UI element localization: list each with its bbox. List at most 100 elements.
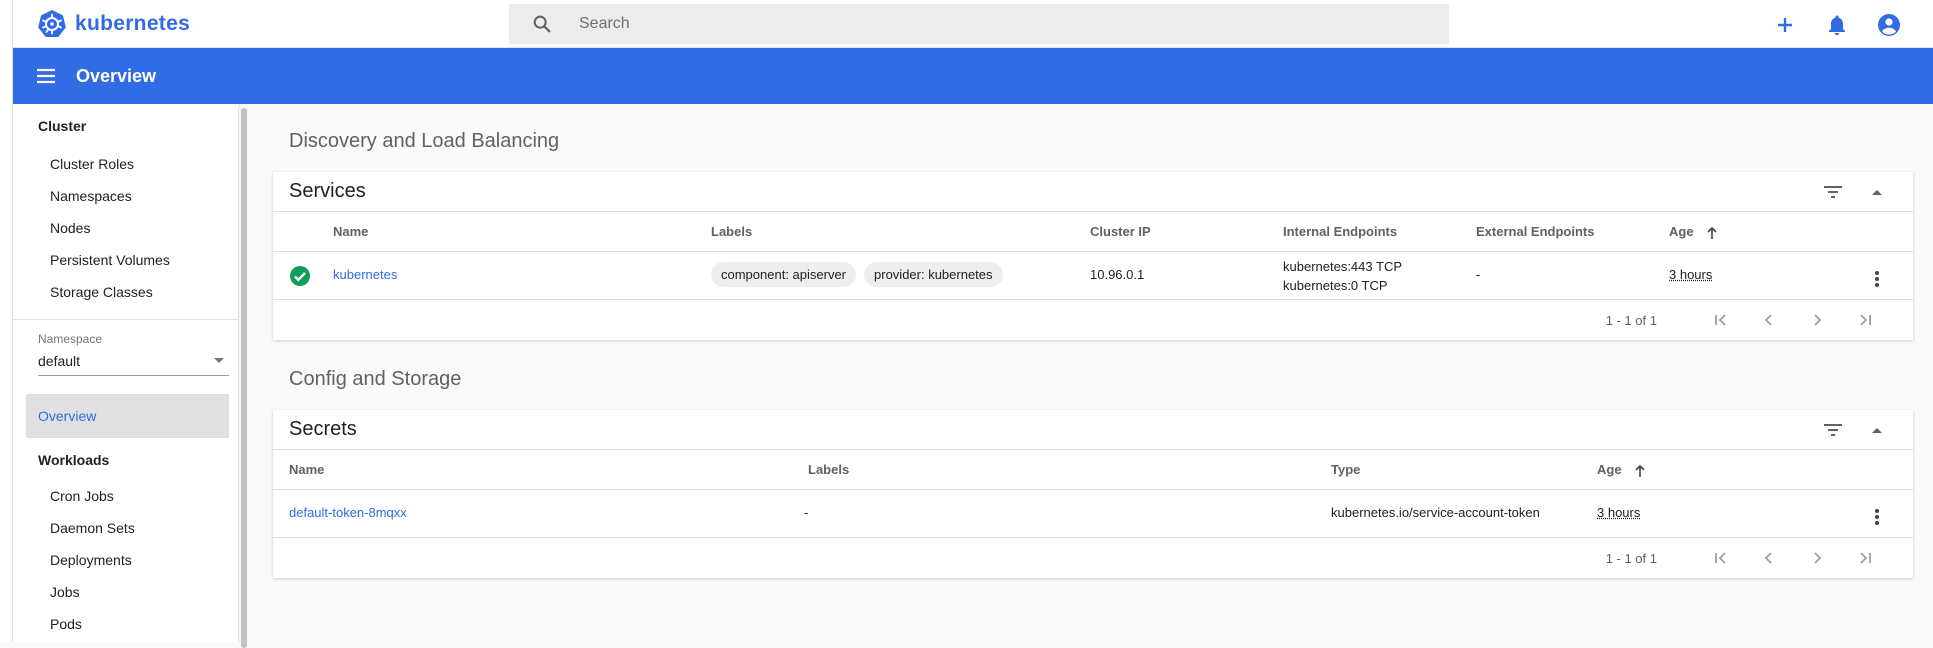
- sidebar-item-deployments[interactable]: Deployments: [13, 544, 239, 576]
- secrets-paginator: 1 - 1 of 1: [273, 538, 1913, 578]
- brand-name: kubernetes: [75, 12, 190, 36]
- services-collapse-button[interactable]: [1865, 180, 1889, 204]
- more-vert-icon: [1874, 270, 1880, 288]
- section-title-config: Config and Storage: [289, 368, 461, 391]
- age-value[interactable]: 3 hours: [1669, 267, 1712, 282]
- more-vert-icon: [1874, 508, 1880, 526]
- external-endpoints-value: -: [1476, 267, 1480, 282]
- services-paginator: 1 - 1 of 1: [273, 300, 1913, 340]
- row-actions-button[interactable]: [1865, 505, 1889, 529]
- collapse-up-icon: [1871, 426, 1883, 434]
- chevron-left-icon: [1762, 313, 1776, 327]
- account-circle-icon: [1877, 13, 1901, 37]
- sort-arrow-up-icon: [1635, 465, 1645, 477]
- prev-page-button[interactable]: [1757, 308, 1781, 332]
- internal-endpoints-value: kubernetes:443 TCP kubernetes:0 TCP: [1283, 257, 1402, 295]
- dropdown-arrow-icon: [213, 357, 225, 365]
- col-age[interactable]: Age: [1597, 462, 1645, 477]
- col-labels: Labels: [711, 224, 752, 239]
- internal-endpoint: kubernetes:0 TCP: [1283, 276, 1402, 295]
- secret-labels-value: -: [804, 505, 808, 520]
- table-row[interactable]: default-token-8mqxx - kubernetes.io/serv…: [273, 490, 1913, 538]
- col-age-label: Age: [1597, 462, 1622, 477]
- secrets-table-header: Name Labels Type Age: [273, 450, 1913, 490]
- next-page-button[interactable]: [1805, 308, 1829, 332]
- section-title-discovery: Discovery and Load Balancing: [289, 130, 559, 153]
- status-ok-icon: [289, 265, 311, 290]
- first-page-icon: [1714, 551, 1728, 565]
- sidebar-item-daemon-sets[interactable]: Daemon Sets: [13, 512, 239, 544]
- sidebar-item-storage-classes[interactable]: Storage Classes: [13, 276, 239, 308]
- secrets-filter-button[interactable]: [1821, 418, 1845, 442]
- services-card-header: Services: [273, 172, 1913, 212]
- first-page-button[interactable]: [1709, 546, 1733, 570]
- brand[interactable]: kubernetes: [37, 9, 190, 39]
- sidebar-item-cron-jobs[interactable]: Cron Jobs: [13, 480, 239, 512]
- secret-type-value: kubernetes.io/service-account-token: [1331, 505, 1540, 520]
- notifications-button[interactable]: [1823, 11, 1851, 39]
- search-bar[interactable]: Search: [509, 4, 1449, 44]
- secrets-collapse-button[interactable]: [1865, 418, 1889, 442]
- services-filter-button[interactable]: [1821, 180, 1845, 204]
- col-labels: Labels: [808, 462, 849, 477]
- sidebar-item-namespaces[interactable]: Namespaces: [13, 180, 239, 212]
- scrollbar-thumb[interactable]: [241, 108, 247, 648]
- page-title: Overview: [76, 66, 156, 87]
- col-type: Type: [1331, 462, 1360, 477]
- app-bar: Overview: [13, 48, 1933, 104]
- table-row[interactable]: kubernetes component: apiserver provider:…: [273, 252, 1913, 300]
- add-button[interactable]: [1771, 11, 1799, 39]
- sort-arrow-up-icon: [1707, 227, 1717, 239]
- label-chip: component: apiserver: [711, 262, 856, 287]
- col-external-endpoints: External Endpoints: [1476, 224, 1594, 239]
- sidebar-heading-workloads[interactable]: Workloads: [13, 452, 239, 468]
- sidebar-item-nodes[interactable]: Nodes: [13, 212, 239, 244]
- top-actions: [1771, 11, 1903, 39]
- services-table-header: Name Labels Cluster IP Internal Endpoint…: [273, 212, 1913, 252]
- row-actions-button[interactable]: [1865, 267, 1889, 291]
- internal-endpoint: kubernetes:443 TCP: [1283, 257, 1402, 276]
- last-page-icon: [1858, 551, 1872, 565]
- namespace-select[interactable]: default: [38, 346, 229, 376]
- secret-name-link[interactable]: default-token-8mqxx: [289, 505, 407, 520]
- age-value[interactable]: 3 hours: [1597, 505, 1640, 520]
- filter-icon: [1823, 423, 1843, 437]
- page-range: 1 - 1 of 1: [1606, 551, 1657, 566]
- last-page-icon: [1858, 313, 1872, 327]
- search-input[interactable]: Search: [579, 15, 630, 33]
- sidebar-divider: [13, 308, 239, 320]
- services-title: Services: [289, 180, 366, 203]
- prev-page-button[interactable]: [1757, 546, 1781, 570]
- col-internal-endpoints: Internal Endpoints: [1283, 224, 1397, 239]
- sidebar-scrollbar[interactable]: [238, 106, 248, 642]
- col-age[interactable]: Age: [1669, 224, 1717, 239]
- sidebar-item-jobs[interactable]: Jobs: [13, 576, 239, 608]
- top-bar: kubernetes Search: [13, 0, 1933, 48]
- sidebar-heading-cluster[interactable]: Cluster: [13, 118, 239, 134]
- secrets-card: Secrets Name Labels Type Age default-tok…: [273, 410, 1913, 578]
- plus-icon: [1776, 16, 1794, 34]
- secrets-card-tools: [1821, 418, 1889, 442]
- chevron-right-icon: [1810, 313, 1824, 327]
- account-button[interactable]: [1875, 11, 1903, 39]
- sidebar-item-overview[interactable]: Overview: [26, 394, 229, 438]
- col-cluster-ip: Cluster IP: [1090, 224, 1151, 239]
- label-chip: provider: kubernetes: [864, 262, 1003, 287]
- sidebar-item-persistent-volumes[interactable]: Persistent Volumes: [13, 244, 239, 276]
- col-age-label: Age: [1669, 224, 1694, 239]
- sidebar-item-pods[interactable]: Pods: [13, 608, 239, 640]
- bell-icon: [1827, 14, 1847, 36]
- first-page-button[interactable]: [1709, 308, 1733, 332]
- next-page-button[interactable]: [1805, 546, 1829, 570]
- col-name[interactable]: Name: [333, 224, 368, 239]
- service-name-link[interactable]: kubernetes: [333, 267, 397, 282]
- page-range: 1 - 1 of 1: [1606, 313, 1657, 328]
- last-page-button[interactable]: [1853, 308, 1877, 332]
- collapse-up-icon: [1871, 188, 1883, 196]
- menu-icon[interactable]: [34, 64, 58, 88]
- last-page-button[interactable]: [1853, 546, 1877, 570]
- secrets-card-header: Secrets: [273, 410, 1913, 450]
- main-content: Discovery and Load Balancing Services Na…: [248, 104, 1933, 642]
- col-name[interactable]: Name: [289, 462, 324, 477]
- sidebar-item-cluster-roles[interactable]: Cluster Roles: [13, 148, 239, 180]
